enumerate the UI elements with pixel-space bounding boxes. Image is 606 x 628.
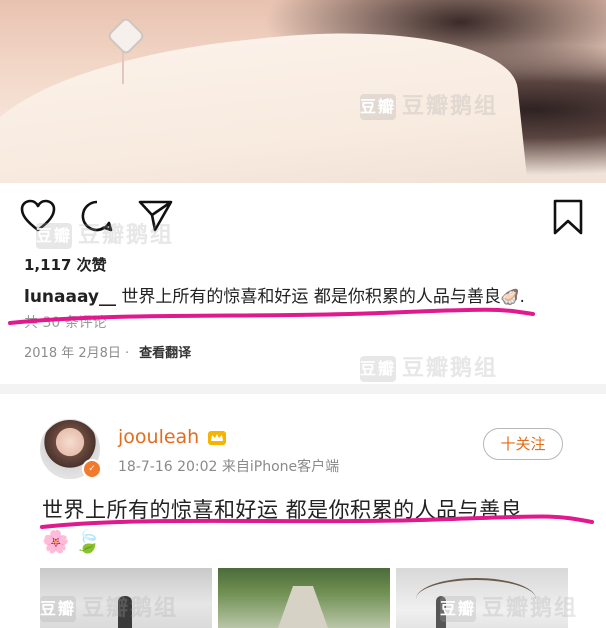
thumbnail-image[interactable] [218, 568, 390, 628]
oyster-emoji: 🦪 [500, 288, 520, 306]
watermark-text: 豆瓣鹅组 [402, 356, 499, 381]
watermark: 豆瓣 豆瓣鹅组 [440, 590, 578, 622]
watermark: 豆瓣 豆瓣鹅组 [360, 88, 498, 120]
post-dateline: 2018 年 2月8日 · 查看翻译 [24, 342, 191, 361]
weibo-username-row: joouleah [118, 426, 227, 448]
watermark: 豆瓣 豆瓣鹅组 [40, 590, 178, 622]
caption-end: . [519, 287, 525, 307]
watermark-text: 豆瓣鹅组 [78, 223, 175, 248]
weibo-username[interactable]: joouleah [118, 426, 199, 448]
watermark: 豆瓣 豆瓣鹅组 [36, 217, 174, 249]
watermark-logo: 豆瓣 [440, 596, 476, 622]
caption-text: 世界上所有的惊喜和好运 都是你积累的人品与善良 [121, 287, 501, 307]
watermark-logo: 豆瓣 [36, 223, 72, 249]
like-count[interactable]: 1,117 次赞 [24, 254, 107, 275]
watermark-text: 豆瓣鹅组 [82, 596, 179, 621]
bookmark-icon[interactable] [552, 199, 584, 235]
section-divider [0, 384, 606, 394]
watermark-text: 豆瓣鹅组 [482, 596, 579, 621]
watermark-text: 豆瓣鹅组 [402, 94, 499, 119]
post-caption: lunaaay__ 世界上所有的惊喜和好运 都是你积累的人品与善良🦪. [24, 282, 525, 307]
leaf-emoji: 🍃 [74, 530, 102, 555]
action-bar: 豆瓣 豆瓣鹅组 [0, 195, 606, 249]
watermark: 豆瓣 豆瓣鹅组 [360, 350, 498, 382]
weibo-text: 世界上所有的惊喜和好运 都是你积累的人品与善良 [42, 498, 523, 522]
verified-badge-icon: ✓ [82, 459, 102, 479]
view-comments-link[interactable]: 共 30 条评论 [24, 312, 107, 332]
cherry-blossom-emoji: 🌸 [42, 530, 70, 555]
photo-necklace-pendant [106, 16, 146, 56]
crown-icon [208, 430, 227, 445]
see-translation-link[interactable]: 查看翻译 [139, 346, 191, 361]
watermark-logo: 豆瓣 [40, 596, 76, 622]
post-photo[interactable]: 豆瓣 豆瓣鹅组 [0, 0, 606, 183]
caption-username[interactable]: lunaaay__ [24, 287, 116, 307]
watermark-logo: 豆瓣 [360, 356, 396, 382]
watermark-logo: 豆瓣 [360, 94, 396, 120]
post-date: 2018 年 2月8日 · [24, 346, 130, 361]
image-grid: 豆瓣 豆瓣鹅组 豆瓣 豆瓣鹅组 [40, 568, 576, 628]
follow-button[interactable]: 十关注 [483, 428, 563, 460]
weibo-meta: 18-7-16 20:02 来自iPhone客户端 [118, 459, 340, 475]
